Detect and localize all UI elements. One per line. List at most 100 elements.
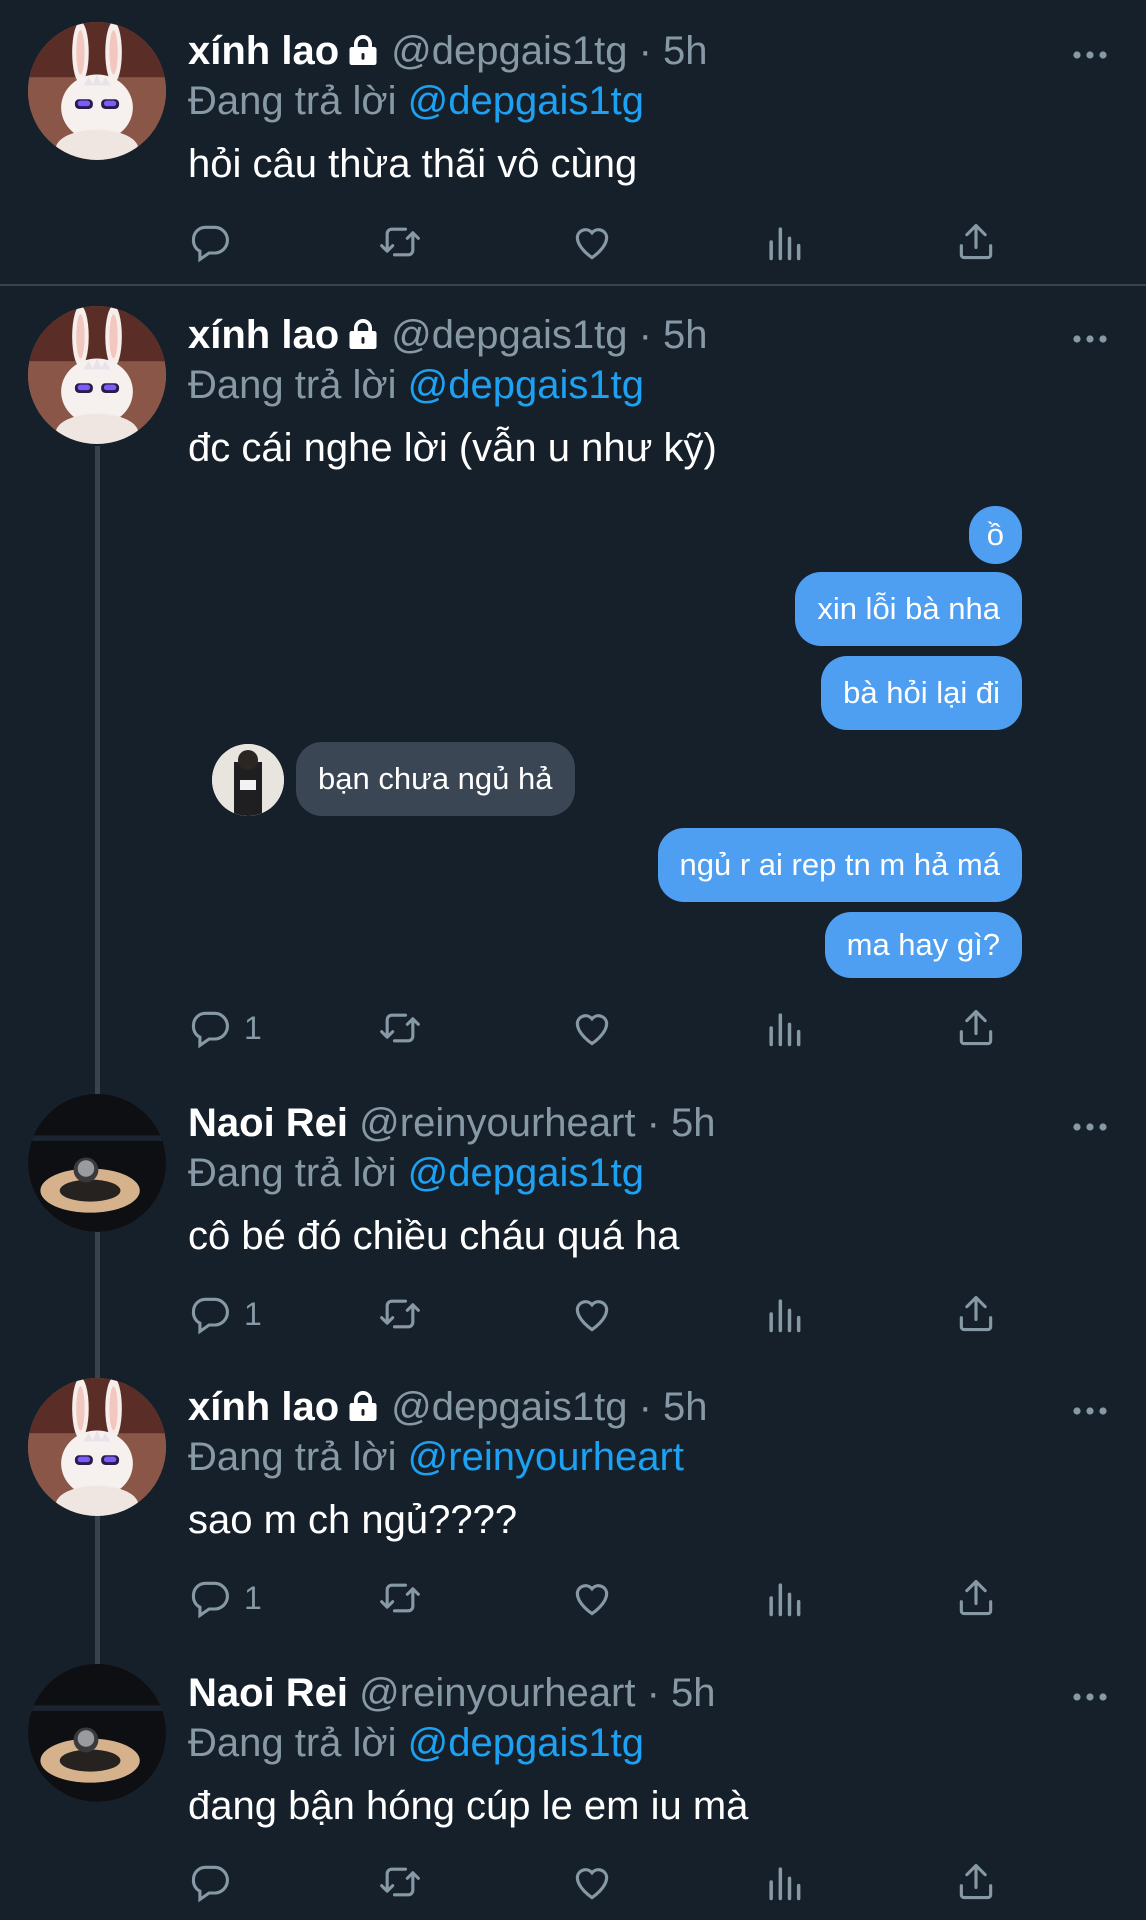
lock-icon	[345, 1388, 381, 1424]
reply-icon	[188, 1292, 232, 1336]
handle[interactable]: @depgais1tg	[391, 29, 627, 73]
like-button[interactable]	[570, 1574, 614, 1622]
separator: ·	[638, 313, 652, 357]
share-button[interactable]	[954, 1290, 998, 1338]
share-icon	[954, 1860, 998, 1904]
timestamp[interactable]: 5h	[663, 29, 708, 73]
mention-link[interactable]: @depgais1tg	[408, 363, 644, 407]
action-bar	[188, 218, 1018, 266]
share-button[interactable]	[954, 218, 998, 266]
share-icon	[954, 1292, 998, 1336]
reply-button[interactable]	[188, 1858, 244, 1906]
more-options-icon[interactable]	[1072, 1406, 1108, 1416]
chat-bubble-sent: ngủ r ai rep tn m hả má	[657, 828, 1022, 902]
timestamp[interactable]: 5h	[671, 1671, 716, 1715]
more-options-icon[interactable]	[1072, 50, 1108, 60]
retweet-button[interactable]	[378, 1290, 422, 1338]
tweet-header: Naoi Rei @reinyourheart · 5h	[188, 1670, 716, 1716]
display-name[interactable]: xính lao	[188, 29, 339, 73]
chat-bubble-sent: ma hay gì?	[824, 912, 1022, 978]
retweet-icon	[378, 220, 422, 264]
analytics-button[interactable]	[762, 1574, 806, 1622]
more-options-icon[interactable]	[1072, 1692, 1108, 1702]
replying-prefix: Đang trả lời	[188, 363, 397, 407]
retweet-icon	[378, 1006, 422, 1050]
mention-link[interactable]: @depgais1tg	[408, 1151, 644, 1195]
handle[interactable]: @reinyourheart	[359, 1101, 635, 1145]
tweet-header: Naoi Rei @reinyourheart · 5h	[188, 1100, 716, 1146]
reply-button[interactable]: 1	[188, 1004, 262, 1052]
display-name[interactable]: Naoi Rei	[188, 1101, 348, 1145]
mention-link[interactable]: @depgais1tg	[408, 1721, 644, 1765]
reply-button[interactable]: 1	[188, 1290, 262, 1338]
replying-to: Đang trả lời @depgais1tg	[188, 1720, 644, 1766]
display-name[interactable]: xính lao	[188, 1385, 339, 1429]
separator: ·	[638, 29, 652, 73]
analytics-button[interactable]	[762, 218, 806, 266]
reply-count: 1	[244, 1295, 262, 1332]
chat-bubble-received: bạn chưa ngủ hả	[296, 742, 575, 816]
reply-icon	[188, 1006, 232, 1050]
retweet-button[interactable]	[378, 1574, 422, 1622]
heart-icon	[570, 1292, 614, 1336]
replying-to: Đang trả lời @depgais1tg	[188, 78, 644, 124]
analytics-icon	[762, 1292, 806, 1336]
display-name[interactable]: Naoi Rei	[188, 1671, 348, 1715]
heart-icon	[570, 220, 614, 264]
timestamp[interactable]: 5h	[663, 313, 708, 357]
share-button[interactable]	[954, 1574, 998, 1622]
more-options-icon[interactable]	[1072, 334, 1108, 344]
tweet-text: hỏi câu thừa thãi vô cùng	[188, 142, 638, 186]
retweet-button[interactable]	[378, 1858, 422, 1906]
chat-bubble-sent: xin lỗi bà nha	[795, 572, 1022, 646]
avatar[interactable]	[28, 1378, 166, 1516]
heart-icon	[570, 1006, 614, 1050]
mention-link[interactable]: @depgais1tg	[408, 79, 644, 123]
like-button[interactable]	[570, 1858, 614, 1906]
timestamp[interactable]: 5h	[663, 1385, 708, 1429]
avatar[interactable]	[28, 22, 166, 160]
mention-link[interactable]: @reinyourheart	[408, 1435, 684, 1479]
analytics-button[interactable]	[762, 1290, 806, 1338]
reply-icon	[188, 1860, 232, 1904]
replying-to: Đang trả lời @reinyourheart	[188, 1434, 684, 1480]
like-button[interactable]	[570, 1290, 614, 1338]
action-bar: 1	[188, 1574, 1018, 1622]
handle[interactable]: @depgais1tg	[391, 1385, 627, 1429]
heart-icon	[570, 1576, 614, 1620]
share-button[interactable]	[954, 1858, 998, 1906]
analytics-button[interactable]	[762, 1004, 806, 1052]
chat-screenshot-media[interactable]: ồ xin lỗi bà nha bà hỏi lại đi bạn chưa …	[188, 500, 1038, 984]
separator: ·	[646, 1671, 660, 1715]
retweet-button[interactable]	[378, 218, 422, 266]
like-button[interactable]	[570, 1004, 614, 1052]
reply-icon	[188, 1576, 232, 1620]
chat-bubble-sent: bà hỏi lại đi	[821, 656, 1022, 730]
replying-prefix: Đang trả lời	[188, 1435, 397, 1479]
separator: ·	[638, 1385, 652, 1429]
reply-button[interactable]: 1	[188, 1574, 262, 1622]
tweet-header: xính lao @depgais1tg · 5h	[188, 312, 708, 358]
replying-to: Đang trả lời @depgais1tg	[188, 362, 644, 408]
display-name[interactable]: xính lao	[188, 313, 339, 357]
tweet-text: đc cái nghe lời (vẫn u như kỹ)	[188, 426, 717, 470]
like-button[interactable]	[570, 218, 614, 266]
avatar[interactable]	[28, 1094, 166, 1232]
handle[interactable]: @reinyourheart	[359, 1671, 635, 1715]
action-bar: 1	[188, 1004, 1018, 1052]
replying-to: Đang trả lời @depgais1tg	[188, 1150, 644, 1196]
divider	[0, 284, 1146, 286]
avatar[interactable]	[28, 1664, 166, 1802]
analytics-button[interactable]	[762, 1858, 806, 1906]
more-options-icon[interactable]	[1072, 1122, 1108, 1132]
tweet-text: đang bận hóng cúp le em iu mà	[188, 1784, 749, 1828]
timestamp[interactable]: 5h	[671, 1101, 716, 1145]
share-button[interactable]	[954, 1004, 998, 1052]
handle[interactable]: @depgais1tg	[391, 313, 627, 357]
retweet-button[interactable]	[378, 1004, 422, 1052]
analytics-icon	[762, 1576, 806, 1620]
reply-button[interactable]	[188, 218, 244, 266]
avatar[interactable]	[28, 306, 166, 444]
action-bar: 1	[188, 1290, 1018, 1338]
replying-prefix: Đang trả lời	[188, 79, 397, 123]
